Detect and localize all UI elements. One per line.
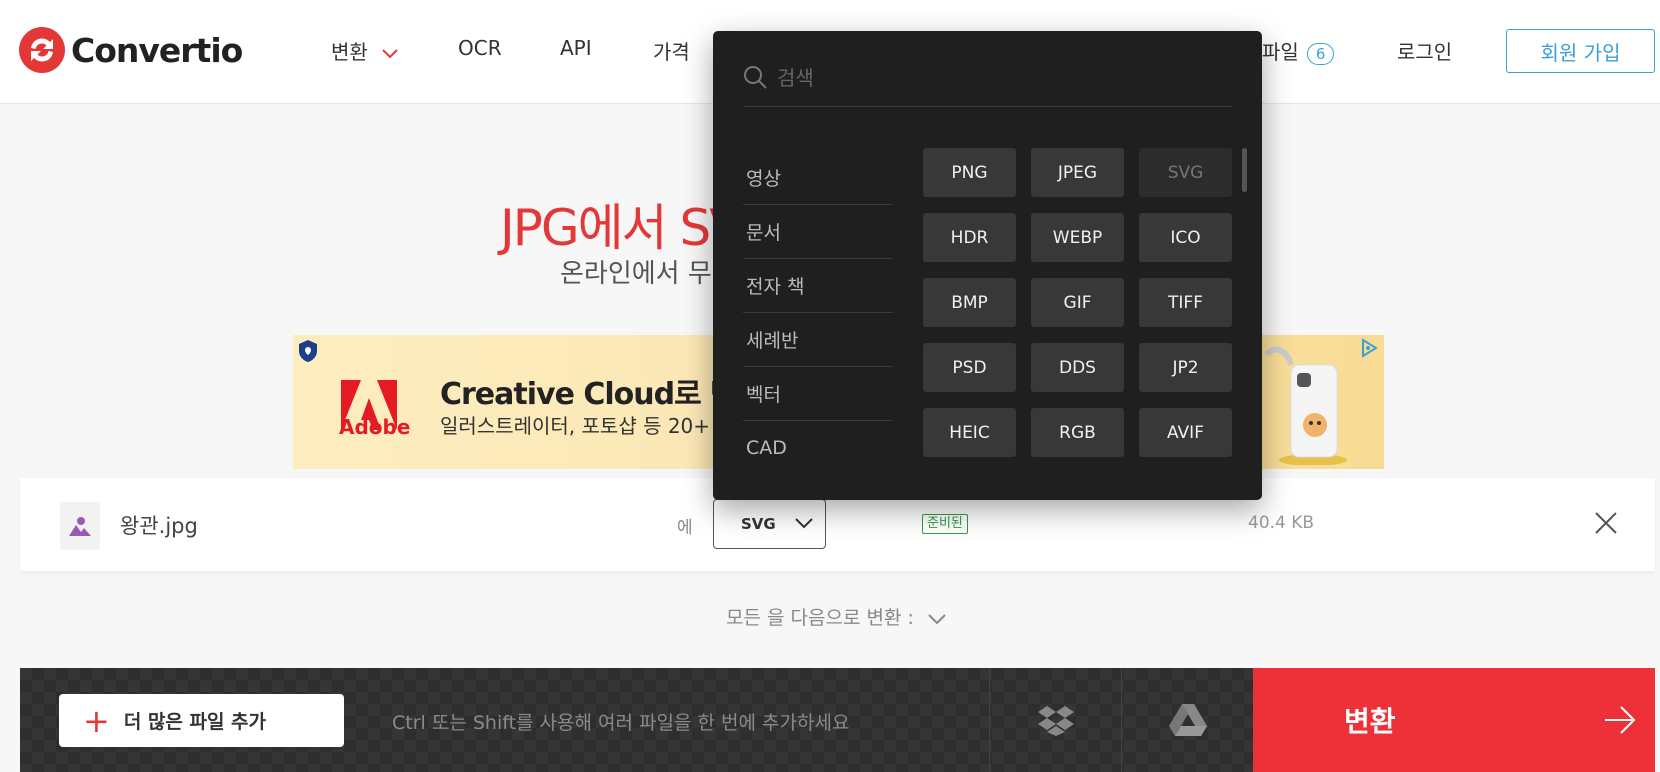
chevron-down-icon	[928, 613, 946, 624]
convertio-logo[interactable]: Convertio	[19, 27, 243, 73]
format-option-psd[interactable]: PSD	[923, 343, 1016, 392]
format-option-bmp[interactable]: BMP	[923, 278, 1016, 327]
format-search-input[interactable]	[777, 63, 1217, 93]
convert-button[interactable]: 변환	[1253, 668, 1655, 772]
close-icon[interactable]	[1594, 511, 1618, 535]
format-category-item[interactable]: CAD	[743, 421, 893, 475]
format-option-ico[interactable]: ICO	[1139, 213, 1232, 262]
convertio-logo-icon	[19, 27, 65, 73]
format-category-item[interactable]: 벡터	[743, 367, 893, 421]
format-option-svg: SVG	[1139, 148, 1232, 197]
ad-shield-icon	[299, 340, 317, 362]
format-category-item[interactable]: 세례반	[743, 313, 893, 367]
add-more-files-label: 더 많은 파일 추가	[123, 711, 267, 733]
nav-files-label: 파일	[1262, 40, 1299, 64]
nav-login[interactable]: 로그인	[1397, 36, 1452, 65]
nav-pricing[interactable]: 가격	[653, 36, 690, 65]
nav-convert-label: 변환	[331, 40, 368, 64]
nav-files[interactable]: 파일 6	[1262, 36, 1335, 65]
format-option-jpeg[interactable]: JPEG	[1031, 148, 1124, 197]
nav-convert[interactable]: 변환	[331, 36, 398, 65]
file-name: 왕관.jpg	[120, 514, 198, 538]
chevron-down-icon	[382, 48, 398, 58]
dropdown-scrollbar[interactable]	[1242, 148, 1247, 192]
ad-description: 일러스트레이터, 포토샵 등 20+ 앱	[440, 414, 735, 438]
adchoices-icon[interactable]	[1358, 337, 1380, 359]
nav-api[interactable]: API	[560, 36, 592, 60]
convert-button-label: 변환	[1344, 705, 1396, 738]
search-icon	[744, 66, 767, 89]
files-count-badge: 6	[1306, 42, 1335, 65]
format-category-item[interactable]: 영상	[743, 151, 893, 205]
format-category-item[interactable]: 전자 책	[743, 259, 893, 313]
format-dropdown: 영상문서전자 책세례반벡터CAD PNG JPEG SVG HDR WEBP ICO BMP…	[713, 31, 1262, 500]
format-option-png[interactable]: PNG	[923, 148, 1016, 197]
chevron-down-icon	[795, 518, 813, 529]
image-file-icon	[60, 502, 100, 550]
logo-text: Convertio	[71, 30, 243, 70]
format-option-heic[interactable]: HEIC	[923, 408, 1016, 457]
format-category-item[interactable]: 문서	[743, 205, 893, 259]
bottom-action-bar: + 더 많은 파일 추가 Ctrl 또는 Shift를 사용해 여러 파일을 한…	[20, 668, 1655, 772]
dropbox-button[interactable]	[989, 668, 1121, 772]
format-option-tiff[interactable]: TIFF	[1139, 278, 1232, 327]
google-drive-icon	[1168, 704, 1207, 736]
format-option-hdr[interactable]: HDR	[923, 213, 1016, 262]
file-size: 40.4 KB	[1248, 513, 1315, 533]
convert-all-label: 모든 을 다음으로 변환 :	[726, 607, 914, 629]
page-title: JPG에서 SV	[500, 199, 743, 257]
status-badge: 준비된	[922, 514, 968, 534]
multi-select-hint: Ctrl 또는 Shift를 사용해 여러 파일을 한 번에 추가하세요	[392, 712, 850, 734]
format-option-avif[interactable]: AVIF	[1139, 408, 1232, 457]
page-subtitle: 온라인에서 무	[560, 259, 712, 289]
arrow-right-icon	[1605, 706, 1636, 734]
format-grid: PNG JPEG SVG HDR WEBP ICO BMP GIF TIFF PSD DDS JP2 H…	[923, 148, 1233, 457]
plus-icon: +	[83, 701, 110, 740]
add-more-files-button[interactable]: + 더 많은 파일 추가	[59, 694, 344, 747]
format-search	[743, 63, 1233, 107]
format-option-gif[interactable]: GIF	[1031, 278, 1124, 327]
format-option-dds[interactable]: DDS	[1031, 343, 1124, 392]
selected-format: SVG	[741, 515, 776, 533]
format-option-jp2[interactable]: JP2	[1139, 343, 1232, 392]
format-category-list: 영상 문서 전자 책 세례반 벡터 CAD	[743, 151, 893, 475]
to-label: 에	[677, 518, 693, 538]
signup-button[interactable]: 회원 가입	[1506, 29, 1655, 73]
convert-all-toggle[interactable]: 모든 을 다음으로 변환 :	[726, 603, 946, 630]
google-drive-button[interactable]	[1121, 668, 1253, 772]
ad-brand-text: Adobe	[339, 415, 411, 439]
format-option-webp[interactable]: WEBP	[1031, 213, 1124, 262]
format-option-rgb[interactable]: RGB	[1031, 408, 1124, 457]
dropbox-icon	[1037, 706, 1074, 736]
ad-product-image	[1264, 346, 1347, 465]
nav-ocr[interactable]: OCR	[458, 36, 502, 60]
target-format-select[interactable]: SVG	[713, 499, 826, 549]
